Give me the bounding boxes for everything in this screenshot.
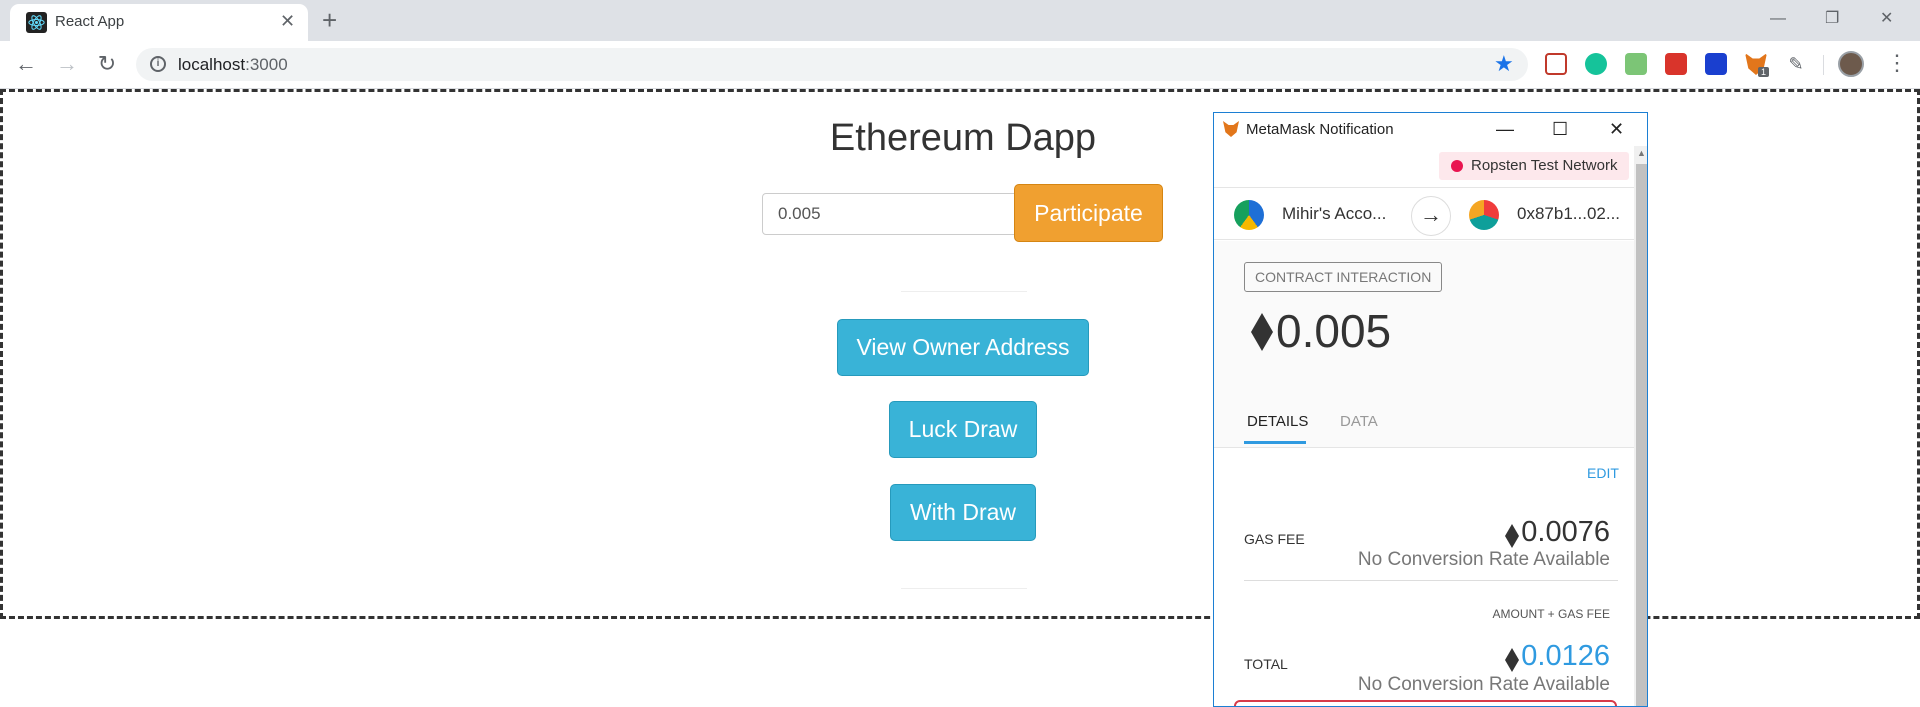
tab-title: React App bbox=[55, 13, 125, 30]
browser-menu-icon[interactable]: ⋮ bbox=[1886, 49, 1908, 77]
total-conversion: No Conversion Rate Available bbox=[1357, 674, 1610, 695]
network-status-dot bbox=[1451, 160, 1463, 172]
pocket-extension-icon[interactable] bbox=[1545, 53, 1567, 75]
gas-fee-conversion: No Conversion Rate Available bbox=[1357, 549, 1610, 570]
metamask-window-title: MetaMask Notification bbox=[1246, 121, 1394, 138]
browser-toolbar: ← → ↻ i localhost:3000 ★ 1 ✎ ⋮ bbox=[0, 41, 1920, 89]
network-name: Ropsten Test Network bbox=[1471, 157, 1618, 174]
transaction-type-badge: CONTRACT INTERACTION bbox=[1244, 262, 1443, 292]
tab-details[interactable]: DETAILS bbox=[1247, 413, 1308, 430]
maximize-icon[interactable]: ☐ bbox=[1552, 115, 1568, 143]
from-account-avatar bbox=[1234, 200, 1264, 230]
participate-button[interactable]: Participate bbox=[1014, 184, 1163, 242]
extension-icon[interactable] bbox=[1625, 53, 1647, 75]
grammarly-extension-icon[interactable] bbox=[1585, 53, 1607, 75]
to-account-avatar bbox=[1469, 200, 1499, 230]
browser-tab-strip: React App ✕ + — ❐ ✕ bbox=[0, 0, 1920, 41]
close-icon[interactable]: ✕ bbox=[1609, 115, 1624, 143]
amount-input[interactable]: 0.005 bbox=[762, 193, 1015, 235]
minimize-icon[interactable]: — bbox=[1770, 4, 1786, 34]
metamask-notification-window: MetaMask Notification — ☐ ✕ Ropsten Test… bbox=[1213, 112, 1648, 707]
ethereum-icon bbox=[1251, 313, 1273, 351]
transaction-summary: CONTRACT INTERACTION 0.005 DETAILS DATA bbox=[1214, 241, 1634, 448]
divider bbox=[901, 291, 1027, 292]
eyedropper-icon[interactable]: ✎ bbox=[1785, 53, 1807, 75]
total-caption: AMOUNT + GAS FEE bbox=[1492, 607, 1610, 621]
tab-close-icon[interactable]: ✕ bbox=[280, 10, 295, 32]
divider bbox=[1244, 580, 1618, 581]
site-info-icon[interactable]: i bbox=[150, 56, 166, 72]
ethereum-icon bbox=[1505, 524, 1519, 548]
metamask-fox-icon bbox=[1223, 121, 1239, 137]
to-account-address[interactable]: 0x87b1...02... bbox=[1517, 204, 1620, 224]
window-close-icon[interactable]: ✕ bbox=[1880, 4, 1893, 34]
extension-icon[interactable] bbox=[1705, 53, 1727, 75]
restore-icon[interactable]: ❐ bbox=[1825, 4, 1839, 34]
back-icon[interactable]: ← bbox=[12, 50, 40, 78]
transaction-amount: 0.005 bbox=[1276, 305, 1392, 357]
metamask-body: Ropsten Test Network Mihir's Acco... → 0… bbox=[1214, 146, 1634, 706]
new-tab-icon[interactable]: + bbox=[322, 6, 337, 34]
forward-icon[interactable]: → bbox=[53, 50, 81, 78]
ethereum-icon bbox=[1505, 648, 1519, 672]
scrollbar-thumb[interactable] bbox=[1636, 164, 1647, 706]
reload-icon[interactable]: ↻ bbox=[93, 50, 121, 78]
total-value: 0.0126 bbox=[1521, 640, 1610, 672]
react-logo-icon bbox=[26, 12, 47, 33]
reject-button[interactable] bbox=[1234, 700, 1617, 706]
metamask-titlebar: MetaMask Notification — ☐ ✕ bbox=[1214, 113, 1647, 146]
with-draw-button[interactable]: With Draw bbox=[890, 484, 1036, 541]
divider bbox=[901, 588, 1027, 589]
gas-fee-label: GAS FEE bbox=[1244, 531, 1305, 547]
browser-tab[interactable]: React App ✕ bbox=[10, 4, 308, 41]
tab-data[interactable]: DATA bbox=[1340, 413, 1378, 430]
from-account-name[interactable]: Mihir's Acco... bbox=[1282, 204, 1386, 224]
account-row: Mihir's Acco... → 0x87b1...02... bbox=[1214, 187, 1634, 240]
minimize-icon[interactable]: — bbox=[1496, 115, 1514, 143]
luck-draw-button[interactable]: Luck Draw bbox=[889, 401, 1037, 458]
bookmark-star-icon[interactable]: ★ bbox=[1494, 51, 1514, 77]
edit-gas-link[interactable]: EDIT bbox=[1587, 465, 1619, 481]
network-indicator[interactable]: Ropsten Test Network bbox=[1439, 152, 1629, 180]
extension-badge: 1 bbox=[1758, 67, 1770, 77]
extension-icon[interactable] bbox=[1665, 53, 1687, 75]
active-tab-indicator bbox=[1244, 441, 1306, 444]
gas-fee-value: 0.0076 bbox=[1521, 516, 1610, 548]
arrow-right-icon: → bbox=[1411, 196, 1451, 236]
scrollbar[interactable]: ▲ bbox=[1634, 146, 1647, 706]
url-text: localhost:3000 bbox=[178, 55, 288, 74]
total-label: TOTAL bbox=[1244, 656, 1288, 672]
scroll-up-icon[interactable]: ▲ bbox=[1637, 148, 1646, 158]
toolbar-separator bbox=[1823, 55, 1824, 75]
address-bar[interactable]: i localhost:3000 ★ bbox=[136, 48, 1528, 81]
profile-avatar[interactable] bbox=[1838, 51, 1864, 77]
view-owner-address-button[interactable]: View Owner Address bbox=[837, 319, 1089, 376]
